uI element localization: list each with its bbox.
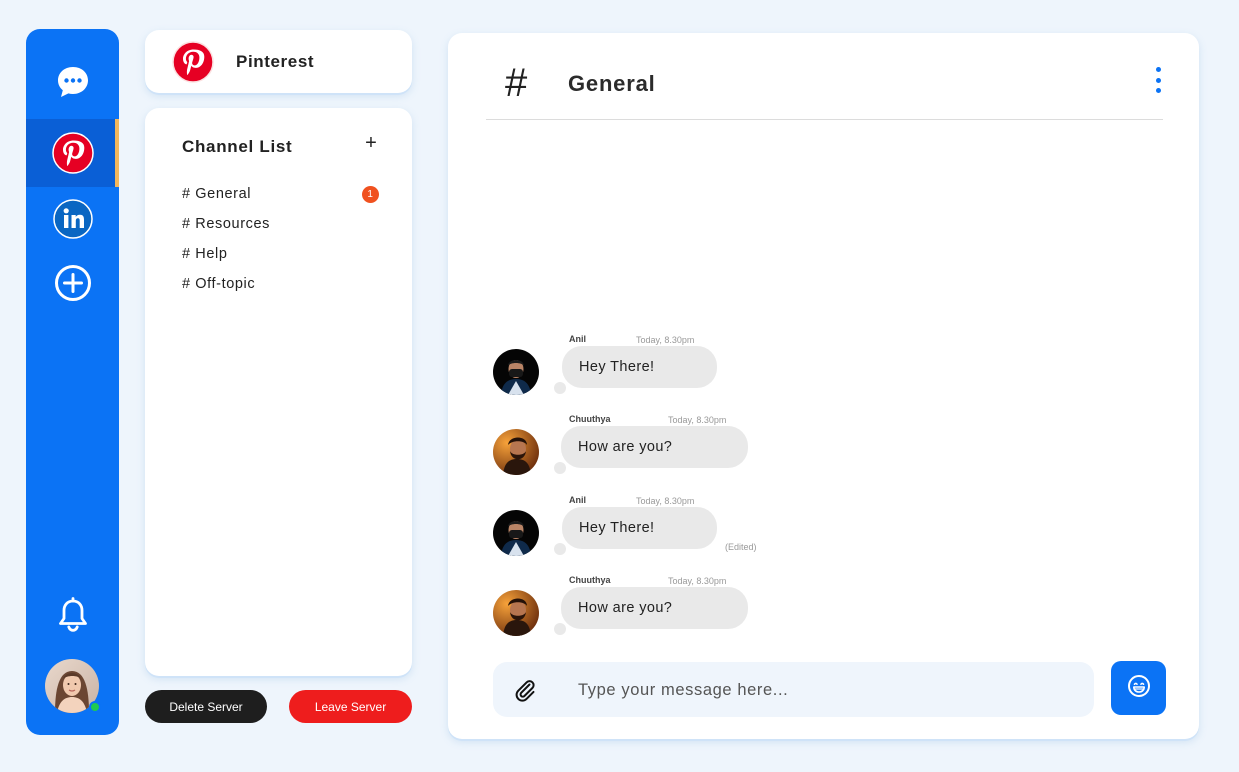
message-author: Anil — [569, 334, 586, 344]
delete-server-button[interactable]: Delete Server — [145, 690, 267, 723]
avatar — [493, 349, 539, 395]
add-channel-button[interactable]: + — [362, 132, 380, 154]
pinterest-icon — [172, 41, 214, 83]
message-author: Anil — [569, 495, 586, 505]
channel-list: # General 1 # Resources # Help # Off-top… — [182, 179, 382, 299]
message-time: Today, 8.30pm — [636, 335, 695, 345]
channel-label: # General — [182, 186, 252, 202]
channel-item-help[interactable]: # Help — [182, 239, 382, 269]
rail-item-notifications[interactable] — [26, 581, 119, 649]
channel-label: # Off-topic — [182, 276, 256, 292]
avatar — [493, 590, 539, 636]
message-time: Today, 8.30pm — [668, 576, 727, 586]
bubble-tail — [554, 382, 566, 394]
linkedin-icon — [52, 199, 93, 239]
message-item: Chuuthya Today, 8.30pm How are you? — [493, 575, 833, 645]
message-item: Anil Today, 8.30pm Hey There! — [493, 334, 833, 404]
kebab-menu-icon[interactable] — [1150, 67, 1166, 93]
message-time: Today, 8.30pm — [668, 415, 727, 425]
message-time: Today, 8.30pm — [636, 496, 695, 506]
message-input[interactable] — [578, 670, 1078, 710]
online-status-dot — [89, 701, 101, 713]
add-circle-icon — [54, 264, 92, 302]
chat-bubble-icon — [55, 64, 91, 100]
server-rail — [26, 29, 119, 735]
emoji-button[interactable] — [1111, 661, 1166, 715]
channel-label: # Help — [182, 246, 228, 262]
message-author: Chuuthya — [569, 414, 611, 424]
message-item: Anil Today, 8.30pm Hey There! (Edited) — [493, 495, 833, 565]
channel-item-general[interactable]: # General 1 — [182, 179, 382, 209]
header-divider — [486, 119, 1163, 120]
message-bubble: How are you? — [561, 426, 748, 468]
rail-item-add-server[interactable] — [26, 249, 119, 317]
current-user-avatar[interactable] — [45, 659, 101, 713]
avatar — [493, 510, 539, 556]
paperclip-icon[interactable] — [513, 678, 537, 702]
server-header[interactable]: Pinterest — [145, 30, 412, 93]
bell-icon — [56, 597, 90, 633]
rail-item-pinterest[interactable] — [26, 119, 119, 187]
message-bubble: Hey There! — [562, 346, 717, 388]
message-bubble: Hey There! — [562, 507, 717, 549]
rail-item-messages[interactable] — [26, 48, 119, 116]
message-composer — [493, 662, 1094, 717]
chat-title: General — [568, 71, 656, 96]
channel-item-off-topic[interactable]: # Off-topic — [182, 269, 382, 299]
channel-label: # Resources — [182, 216, 270, 232]
message-item: Chuuthya Today, 8.30pm How are you? — [493, 414, 833, 484]
server-name: Pinterest — [236, 52, 315, 71]
chat-panel: # General Anil Today, 8.30pm Hey There! — [448, 33, 1199, 739]
pinterest-icon — [51, 132, 94, 174]
edited-label: (Edited) — [725, 542, 757, 552]
emoji-icon — [1127, 674, 1151, 703]
message-author: Chuuthya — [569, 575, 611, 585]
message-bubble: How are you? — [561, 587, 748, 629]
unread-badge: 1 — [362, 186, 379, 203]
leave-server-button[interactable]: Leave Server — [289, 690, 412, 723]
avatar — [493, 429, 539, 475]
bubble-tail — [554, 623, 566, 635]
bubble-tail — [554, 462, 566, 474]
rail-item-linkedin[interactable] — [26, 185, 119, 253]
channel-list-title: Channel List — [182, 137, 293, 156]
bubble-tail — [554, 543, 566, 555]
channel-item-resources[interactable]: # Resources — [182, 209, 382, 239]
channel-list-panel: Channel List + # General 1 # Resources #… — [145, 108, 412, 676]
channel-hash-icon: # — [505, 61, 528, 105]
